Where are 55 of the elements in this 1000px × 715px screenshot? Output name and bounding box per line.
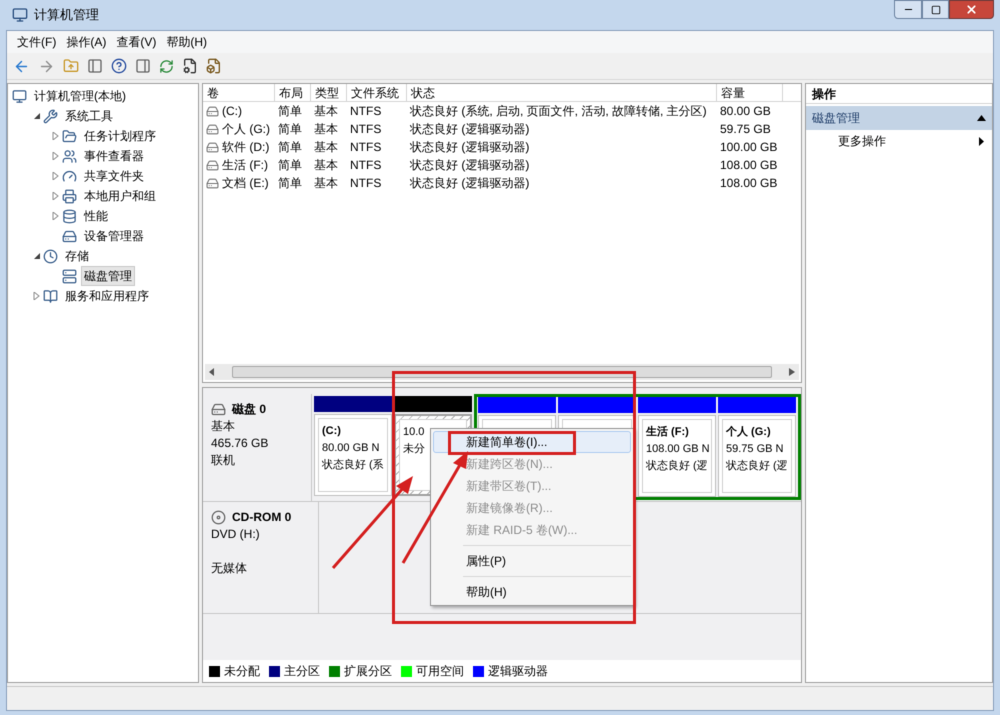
table-cell-text: 文档 (E:) — [222, 175, 269, 192]
table-cell-text: 59.75 GB — [720, 121, 771, 138]
window-title: 计算机管理 — [34, 6, 99, 24]
table-cell-text: 80.00 GB — [720, 103, 771, 120]
partition-text: (C:) — [322, 424, 342, 439]
partition-text: 状态良好 (逻 — [726, 458, 788, 474]
partition-text: 生活 (F:) — [646, 424, 690, 440]
disk-name: 磁盘 0 — [232, 401, 266, 418]
disk-info: DVD (H:) — [211, 526, 261, 543]
table-cell-text: 100.00 GB — [720, 139, 778, 156]
table-cell-text: 简单 — [278, 139, 302, 156]
table-cell-text: 状态良好 (逻辑驱动器) — [410, 121, 530, 138]
table-cell-text: NTFS — [350, 175, 382, 192]
partition-text: 10.0 — [403, 425, 426, 440]
legend-label: 可用空间 — [416, 663, 464, 680]
table-cell-text: 软件 (D:) — [222, 139, 270, 156]
disk-info: 基本 — [211, 418, 236, 435]
table-cell-text: 状态良好 (逻辑驱动器) — [410, 175, 530, 192]
table-cell-text: 基本 — [314, 103, 338, 120]
table-cell-text: 简单 — [278, 121, 302, 138]
table-cell-text: NTFS — [350, 121, 382, 138]
table-cell-text: 简单 — [278, 175, 302, 192]
partition-text: 80.00 GB N — [322, 441, 380, 456]
table-cell-text: NTFS — [350, 157, 382, 174]
table-cell-text: 个人 (G:) — [222, 121, 270, 138]
legend-label: 扩展分区 — [344, 663, 392, 680]
table-cell-text: 基本 — [314, 121, 338, 138]
table-cell-text: 简单 — [278, 103, 302, 120]
table-cell-text: 生活 (F:) — [222, 157, 268, 174]
legend-label: 主分区 — [284, 663, 320, 680]
table-cell-text: 基本 — [314, 175, 338, 192]
disk-name: CD-ROM 0 — [232, 509, 292, 526]
legend-label: 逻辑驱动器 — [488, 663, 548, 680]
disk-info: 联机 — [211, 452, 236, 469]
table-cell-text: NTFS — [350, 103, 382, 120]
table-cell-text: 108.00 GB — [720, 157, 778, 174]
disk-info: 465.76 GB — [211, 435, 270, 452]
partition-text: 59.75 GB N — [726, 442, 784, 457]
table-cell-text: 状态良好 (系统, 启动, 页面文件, 活动, 故障转储, 主分区) — [410, 103, 707, 120]
table-cell-text: 简单 — [278, 157, 302, 174]
table-cell-text: 状态良好 (逻辑驱动器) — [410, 139, 530, 156]
table-cell-text: 基本 — [314, 139, 338, 156]
partition-text: 108.00 GB N — [646, 442, 708, 457]
table-cell-text: 状态良好 (逻辑驱动器) — [410, 157, 530, 174]
disk-info: 无媒体 — [211, 560, 248, 577]
table-cell-text: 基本 — [314, 157, 338, 174]
table-cell-text: 108.00 GB — [720, 175, 778, 192]
legend-label: 未分配 — [224, 663, 260, 680]
partition-text: 状态良好 (逻 — [646, 458, 708, 474]
partition-text: 未分 — [403, 442, 426, 457]
table-cell-text: (C:) — [222, 103, 242, 120]
table-cell-text: NTFS — [350, 139, 382, 156]
pane-title: 操作 — [806, 84, 992, 104]
partition-text: 个人 (G:) — [726, 424, 772, 440]
partition-text: 状态良好 (系 — [322, 458, 384, 473]
